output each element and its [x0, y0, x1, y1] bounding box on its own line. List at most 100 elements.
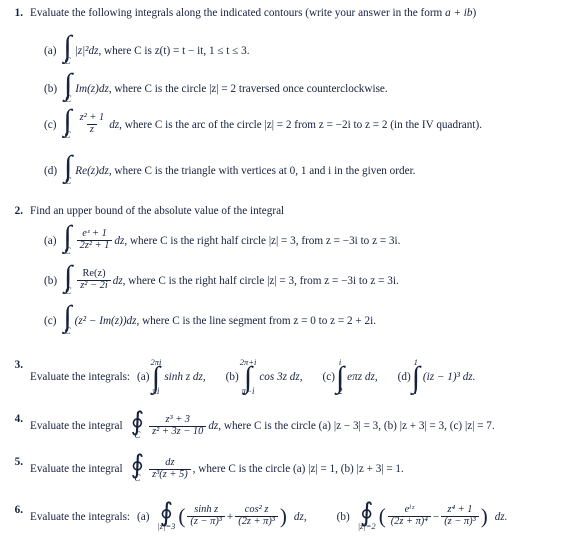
integrand-2a: dz	[114, 234, 125, 247]
integrand-3b: cos 3z dz,	[259, 371, 303, 384]
problem-2-item-b: (b) ∫ C Re(z) z² − 2i dz , where C is th…	[0, 260, 586, 296]
integrand-2c: (z² − Im(z))dz	[74, 314, 137, 327]
integrand-4: dz	[208, 420, 219, 433]
tail-6b: dz.	[494, 510, 508, 523]
integral-glyph: ∫	[335, 360, 345, 394]
fraction-denominator: (z − π)³	[187, 516, 225, 528]
problem-5-number: 5.	[14, 456, 23, 468]
contour-label: C	[64, 325, 71, 336]
item-label-1d: (d)	[44, 164, 58, 177]
condition-2a: , where C is the right half circle |z| =…	[124, 234, 401, 247]
problem-1: 1. Evaluate the following integrals alon…	[0, 6, 586, 20]
tail-6a: dz,	[293, 510, 307, 523]
problem-6-row: 6. Evaluate the integrals: (a) ∮ |z|=3 (…	[0, 498, 586, 532]
contour-label: C	[64, 55, 71, 66]
fraction-denominator: (2z + π)⁴	[387, 516, 431, 528]
fraction-denominator: (2z + π)³	[235, 516, 278, 528]
fraction-numerator: sinh z	[194, 504, 219, 516]
integrand-1c: dz	[109, 118, 120, 131]
integral-symbol-3d: 1 ∫ i	[412, 358, 420, 396]
problem-2-item-c: (c) ∫ C (z² − Im(z))dz , where C is the …	[0, 302, 586, 336]
fraction-2b: Re(z) z² − 2i	[77, 268, 111, 292]
fraction-numerator: cos² z	[244, 504, 269, 516]
fraction-6b-term1: eⁱᶻ (2z + π)⁴	[387, 504, 431, 528]
problem-6-body: Evaluate the integrals: (a) ∮ |z|=3 ( si…	[30, 498, 586, 532]
fraction-denominator: z³(z + 5)	[149, 468, 191, 481]
problem-4-row: 4. Evaluate the integral ∮ C z³ + 3 z² +…	[0, 407, 586, 441]
problem-3-number: 3.	[14, 359, 23, 371]
item-label-2b: (b)	[44, 274, 58, 287]
problem-2-stem: Find an upper bound of the absolute valu…	[30, 205, 285, 217]
problem-1-stem-text: Evaluate the following integrals along t…	[30, 7, 446, 19]
fraction-1c: z² + 1 z	[77, 112, 108, 136]
item-label-3d: (d)	[397, 371, 411, 384]
item-label-1a: (a)	[44, 44, 57, 57]
integral-glyph: ∫	[63, 220, 72, 253]
item-label-3b: (b)	[225, 371, 239, 384]
close-paren-6a: )	[279, 504, 287, 529]
problem-3-stem: Evaluate the integrals:	[30, 371, 131, 384]
fraction-numerator: dz	[165, 456, 175, 468]
item-label-3c: (c)	[322, 371, 335, 384]
fraction-denominator: z	[86, 124, 97, 136]
integral-symbol-1b: ∫ C	[64, 70, 72, 104]
integral-glyph: ∫	[64, 260, 73, 293]
fraction-numerator: z³ + 3	[165, 413, 190, 425]
condition-1c: , where C is the arc of the circle |z| =…	[119, 118, 482, 131]
integrand-1b: Im(z)dz	[75, 82, 109, 95]
fraction-denominator: 2z² + 1	[76, 240, 113, 252]
problem-2-number: 2.	[14, 205, 23, 217]
problem-3-body: Evaluate the integrals: (a) 2πi ∫ πi sin…	[30, 358, 586, 396]
contour-integral-glyph: ∮	[130, 450, 145, 479]
lower-limit-3a: πi	[152, 386, 160, 397]
fraction-numerator: eᶻ + 1	[82, 228, 107, 240]
lower-limit-3c: 2	[337, 386, 343, 397]
problem-set-page: 1. Evaluate the following integrals alon…	[0, 0, 586, 544]
item-label-1c: (c)	[44, 118, 57, 131]
item-label-3a: (a)	[137, 371, 150, 384]
problem-2-item-a: (a) ∫ C eᶻ + 1 2z² + 1 dz , where C is t…	[0, 220, 586, 256]
problem-4-stem: Evaluate the integral	[30, 420, 123, 433]
problem-1-item-a: (a) ∫ C |z|²dz , where C is z(t) = t − i…	[0, 32, 586, 66]
integrand-1d: Re(z)dz	[75, 164, 109, 177]
open-paren-6a: (	[178, 504, 186, 529]
problem-6-stem: Evaluate the integrals:	[30, 510, 131, 523]
contour-label: C	[134, 430, 141, 441]
fraction-numerator: Re(z)	[82, 268, 106, 280]
fraction-numerator: z² + 1	[79, 112, 105, 124]
integral-glyph: ∫	[63, 104, 72, 137]
fraction-6b-term2: z⁴ + 1 (z − π)³	[441, 505, 479, 528]
integral-symbol-3c: i ∫ 2	[336, 358, 344, 396]
contour-integral-symbol-6b: ∮ |z|=2	[357, 499, 376, 532]
integrand-3c: eπz dz,	[347, 371, 378, 384]
integrand-1a: |z|²dz	[74, 44, 99, 57]
problem-1-stem: Evaluate the following integrals along t…	[30, 6, 586, 20]
problem-4: 4. Evaluate the integral ∮ C z³ + 3 z² +…	[0, 407, 586, 441]
contour-integral-glyph: ∮	[130, 407, 145, 436]
fraction-denominator: z² + 3z − 10	[149, 425, 207, 438]
item-label-6b: (b)	[336, 510, 350, 523]
integrand-3a: sinh z dz,	[164, 371, 206, 384]
condition-1a: , where C is z(t) = t − it, 1 ≤ t ≤ 3.	[98, 44, 250, 57]
contour-label: C	[64, 245, 71, 256]
contour-integral-symbol-5: ∮ C	[130, 450, 145, 484]
problem-5-stem: Evaluate the integral	[30, 463, 123, 476]
condition-4: , where C is the circle (a) |z − 3| = 3,…	[218, 420, 495, 433]
fraction-6a-term2: cos² z (2z + π)³	[235, 505, 278, 528]
contour-label: C	[134, 473, 141, 484]
integral-symbol-1a: ∫ C	[63, 32, 71, 66]
integral-symbol-1d: ∫ C	[64, 152, 72, 186]
integral-symbol-2b: ∫ C	[64, 260, 73, 296]
problem-4-body: Evaluate the integral ∮ C z³ + 3 z² + 3z…	[30, 407, 586, 441]
problem-3-row: 3. Evaluate the integrals: (a) 2πi ∫ πi …	[0, 358, 586, 396]
integral-symbol-1c: ∫ C	[63, 104, 72, 140]
integrand-2b: dz	[112, 274, 123, 287]
lower-limit-3d: i	[414, 386, 418, 397]
condition-2b: , where C is the right half circle |z| =…	[122, 274, 399, 287]
contour-label-6b: |z|=2	[357, 521, 376, 532]
contour-integral-glyph: ∮	[159, 498, 174, 527]
problem-2: 2. Find an upper bound of the absolute v…	[0, 204, 586, 218]
fraction-numerator: eⁱᶻ	[404, 504, 414, 516]
contour-label: C	[65, 285, 72, 296]
operator-6b: −	[432, 510, 440, 523]
